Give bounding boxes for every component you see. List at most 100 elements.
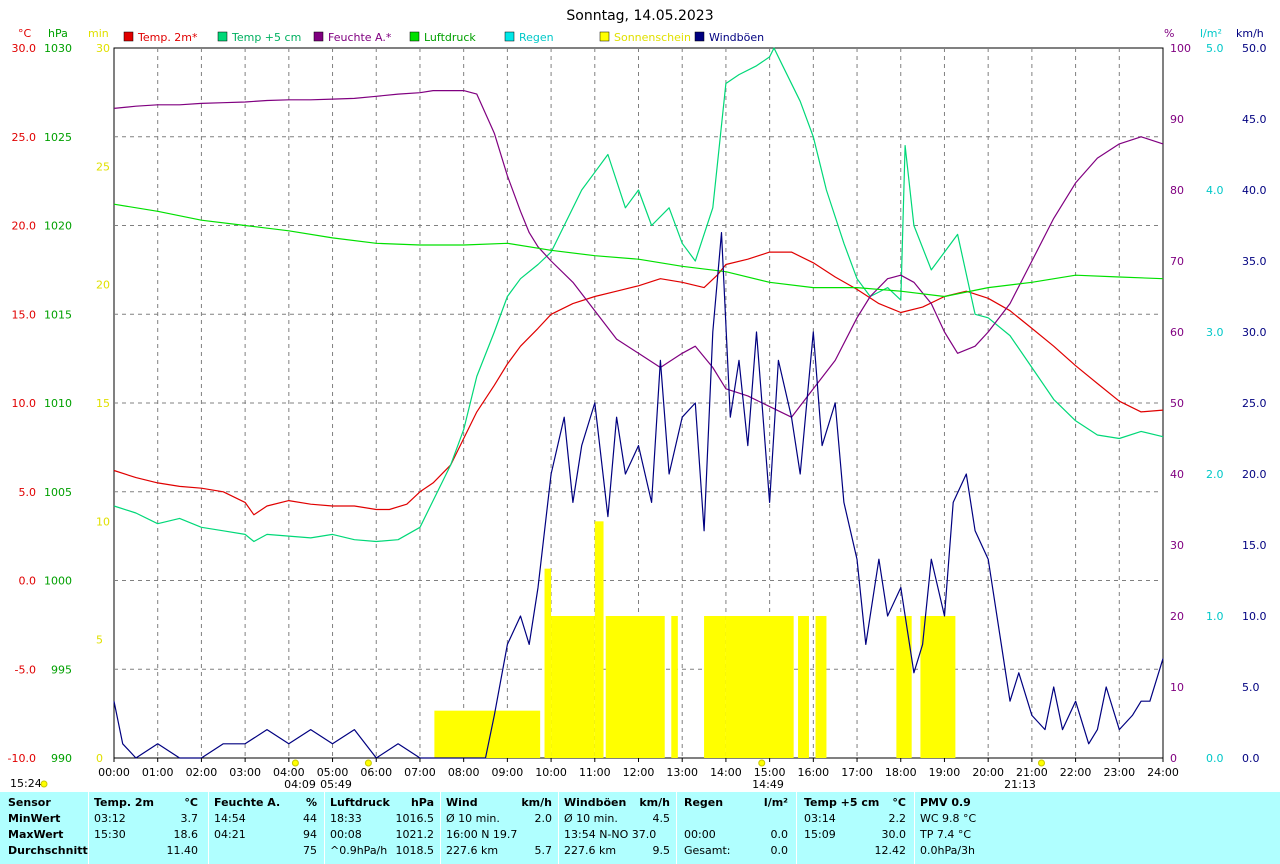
y-tick-label-wind: 50.0 bbox=[1242, 42, 1267, 55]
left-time-label: 15:24 bbox=[10, 777, 42, 790]
y-tick-label-humidity: 100 bbox=[1170, 42, 1191, 55]
x-tick-label: 18:00 bbox=[885, 766, 917, 779]
sunshine-bar bbox=[896, 616, 912, 758]
x-tick-label: 20:00 bbox=[972, 766, 1004, 779]
stats-cell: 0.0 bbox=[770, 844, 789, 857]
x-tick-label: 02:00 bbox=[186, 766, 218, 779]
y-tick-label-sun: 10 bbox=[96, 515, 110, 528]
y-tick-label-wind: 25.0 bbox=[1242, 397, 1267, 410]
y-tick-label-wind: 20.0 bbox=[1242, 468, 1267, 481]
weather-chart: 00:00 01:00 02:00 03:00 04:00 05:00 06:00 07:00… bbox=[8, 8, 1267, 791]
stats-cell: °C bbox=[184, 796, 198, 809]
y-tick-label-rain: 1.0 bbox=[1206, 610, 1224, 623]
legend-swatch bbox=[409, 31, 420, 42]
y-tick-label-sun: 15 bbox=[96, 397, 110, 410]
stats-cell: TP 7.4 °C bbox=[920, 828, 972, 841]
x-tick-label: 24:00 bbox=[1147, 766, 1179, 779]
legend: Temp. 2m* Temp +5 cm Feuchte A.* Luftdruck R… bbox=[123, 31, 764, 44]
y-tick-label-sun: 20 bbox=[96, 279, 110, 292]
stats-row: Durchschnitt 11.40 75 ^0.9hPa/h 1018.5 227.6 … bbox=[0, 844, 1280, 859]
sun-icon bbox=[40, 780, 48, 788]
stats-cell: 1018.5 bbox=[395, 844, 435, 857]
stats-cell: Temp +5 cm bbox=[804, 796, 880, 809]
stats-cell: PMV 0.9 bbox=[920, 796, 971, 809]
y-tick-label-pressure: 1020 bbox=[44, 220, 72, 233]
stats-header-row: Sensor Temp. 2m °C Feuchte A.% Luftdruck hPa W… bbox=[0, 796, 1280, 811]
legend-label: Regen bbox=[519, 31, 554, 44]
y-tick-label-wind: 0.0 bbox=[1242, 752, 1260, 765]
stats-cell: 1016.5 bbox=[395, 812, 435, 825]
y-tick-label-wind: 10.0 bbox=[1242, 610, 1267, 623]
sunshine-bar bbox=[920, 616, 956, 758]
sunshine-bar bbox=[815, 616, 827, 758]
y-tick-label-temp: -10.0 bbox=[8, 752, 36, 765]
sunshine-bar bbox=[544, 568, 552, 758]
stats-cell: ^0.9hPa/h bbox=[330, 844, 388, 857]
stats-cell: km/h bbox=[521, 796, 552, 809]
x-tick-label: 14:00 bbox=[710, 766, 742, 779]
astro-time-label: 21:13 bbox=[1004, 778, 1036, 791]
legend-swatch bbox=[313, 31, 324, 42]
stats-cell: Gesamt: bbox=[684, 844, 731, 857]
y-tick-label-humidity: 40 bbox=[1170, 468, 1184, 481]
y-tick-label-wind: 45.0 bbox=[1242, 113, 1267, 126]
stats-cell: 12.42 bbox=[874, 844, 907, 857]
stats-row: MinWert 03:12 3.7 14:54 44 18:33 1016.5 Ø 10 mi… bbox=[0, 812, 1280, 827]
y-tick-label-pressure: 990 bbox=[51, 752, 72, 765]
legend-label: Luftdruck bbox=[424, 31, 476, 44]
sunshine-bar bbox=[725, 616, 794, 758]
stats-cell: Ø 10 min. bbox=[564, 812, 618, 825]
stats-cell: 2.0 bbox=[534, 812, 553, 825]
stats-cell: hPa bbox=[410, 796, 434, 809]
stats-cell: 227.6 km bbox=[564, 844, 617, 857]
y-tick-label-wind: 30.0 bbox=[1242, 326, 1267, 339]
y-tick-label-rain: 3.0 bbox=[1206, 326, 1224, 339]
stats-cell: 03:14 bbox=[804, 812, 836, 825]
y-tick-label-temp: 0.0 bbox=[19, 575, 37, 588]
y-tick-label-temp: 25.0 bbox=[12, 131, 37, 144]
sun-unit-label: min bbox=[88, 27, 109, 40]
legend-label: Temp. 2m* bbox=[137, 31, 198, 44]
sun-marker-icon bbox=[364, 759, 372, 767]
rain-unit-label: l/m² bbox=[1200, 27, 1222, 40]
legend-swatch bbox=[217, 31, 228, 42]
legend-label: Windböen bbox=[709, 31, 764, 44]
y-tick-label-humidity: 10 bbox=[1170, 681, 1184, 694]
y-tick-label-pressure: 1000 bbox=[44, 575, 72, 588]
stats-cell: km/h bbox=[639, 796, 670, 809]
y-tick-label-sun: 25 bbox=[96, 160, 110, 173]
y-tick-label-rain: 2.0 bbox=[1206, 468, 1224, 481]
legend-label: Sonnenschein bbox=[614, 31, 691, 44]
stats-cell: 0.0hPa/3h bbox=[920, 844, 976, 857]
x-tick-label: 12:00 bbox=[623, 766, 655, 779]
stats-cell: 30.0 bbox=[881, 828, 907, 841]
stats-cell: 11.40 bbox=[166, 844, 199, 857]
stats-cell: MinWert bbox=[8, 812, 61, 825]
stats-row: MaxWert 15:30 18.6 04:21 94 00:08 1021.2 16:00 … bbox=[0, 828, 1280, 843]
sun-marker-icon bbox=[758, 759, 766, 767]
stats-cell: Sensor bbox=[8, 796, 51, 809]
stats-cell: 2.2 bbox=[888, 812, 907, 825]
stats-cell: Temp. 2m bbox=[94, 796, 154, 809]
stats-cell: 3.7 bbox=[180, 812, 199, 825]
sun-marker-icon bbox=[1037, 759, 1045, 767]
astro-time-label: 04:09 bbox=[284, 778, 316, 791]
stats-cell: 15:09 bbox=[804, 828, 836, 841]
y-tick-label-humidity: 20 bbox=[1170, 610, 1184, 623]
stats-cell: 5.7 bbox=[534, 844, 553, 857]
x-tick-label: 11:00 bbox=[579, 766, 611, 779]
sun-marker-icon bbox=[291, 759, 299, 767]
statistics-panel: Sensor Temp. 2m °C Feuchte A.% Luftdruck hPa W… bbox=[0, 792, 1280, 864]
legend-label: Temp +5 cm bbox=[231, 31, 301, 44]
stats-cell: MaxWert bbox=[8, 828, 64, 841]
x-tick-label: 13:00 bbox=[666, 766, 698, 779]
astro-time-label: 05:49 bbox=[320, 778, 352, 791]
legend-swatch bbox=[599, 31, 610, 42]
stats-cell: 04:21 bbox=[214, 828, 246, 841]
stats-cell: °C bbox=[892, 796, 906, 809]
stats-cell: l/m² bbox=[763, 796, 788, 809]
stats-cell: 00:00 bbox=[684, 828, 716, 841]
sunshine-bar bbox=[551, 616, 595, 758]
x-tick-label: 07:00 bbox=[404, 766, 436, 779]
sunshine-bar bbox=[798, 616, 809, 758]
